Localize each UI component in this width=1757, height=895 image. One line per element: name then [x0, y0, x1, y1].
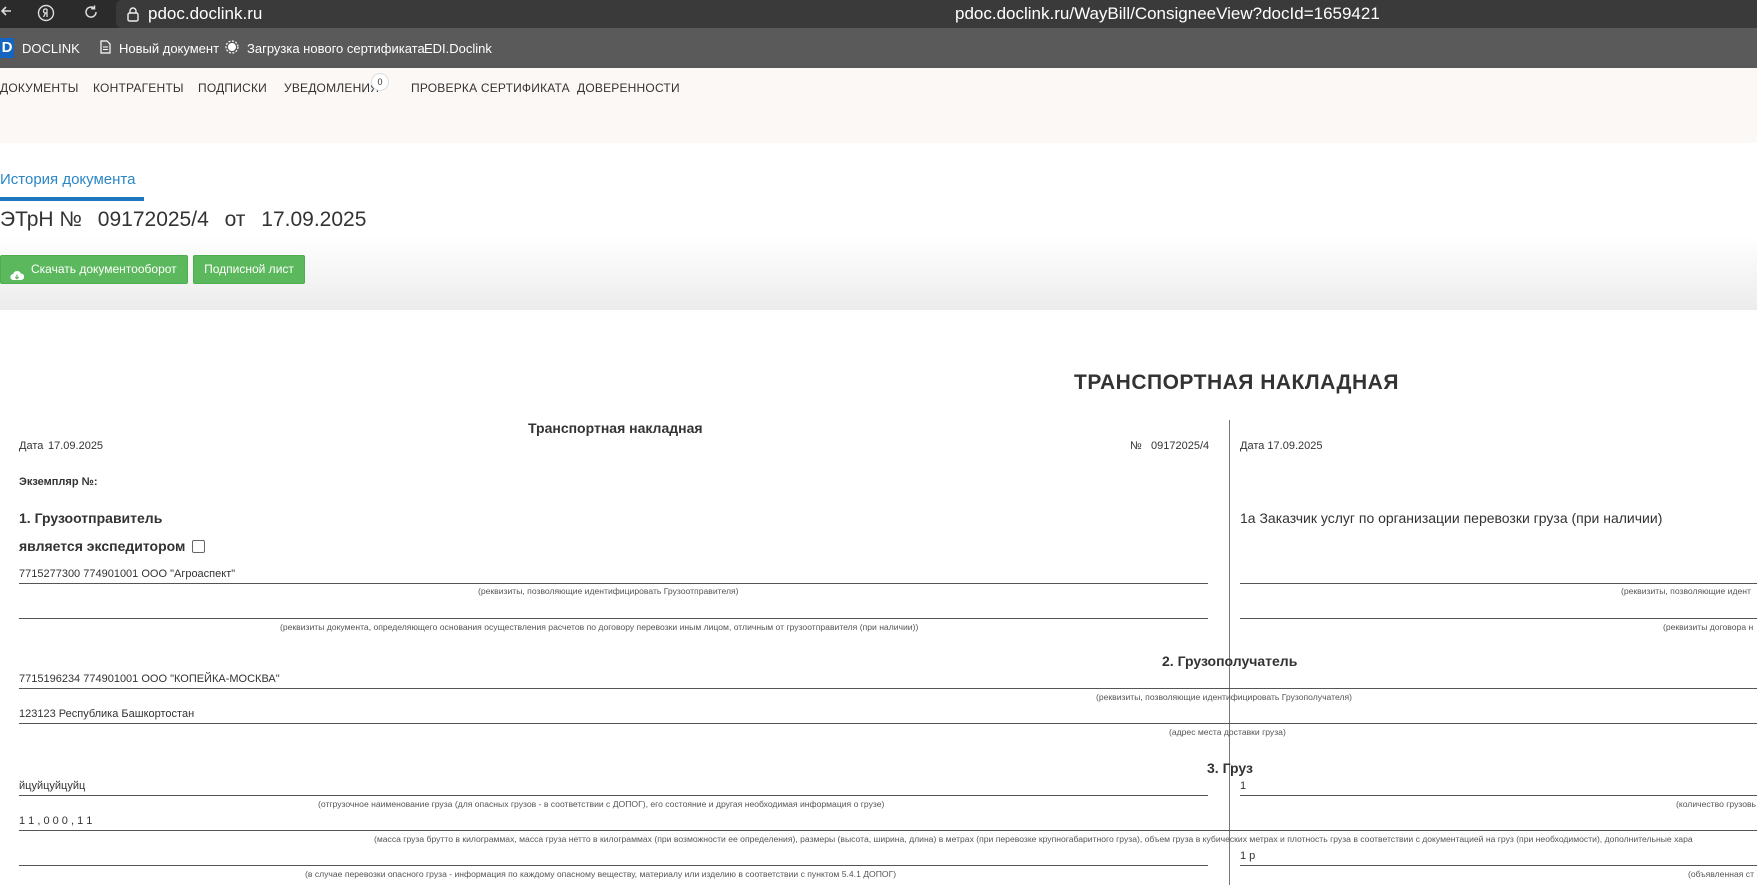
- title-number: 09172025/4: [97, 208, 209, 231]
- shipper-value[interactable]: 7715277300 774901001 ООО "Агроаспект": [19, 568, 235, 580]
- cargo-name-underline: [19, 795, 1208, 796]
- upload-certificate-link[interactable]: Загрузка нового сертификата: [247, 41, 425, 56]
- doclink-logo[interactable]: D: [0, 38, 14, 58]
- declared-value[interactable]: 1 р: [1240, 850, 1255, 862]
- dangerous-cargo-underline: [19, 865, 1208, 866]
- title-prefix: ЭТрН №: [0, 208, 82, 231]
- title-date: 17.09.2025: [261, 208, 367, 231]
- copy-number-label: Экземпляр №:: [19, 476, 98, 488]
- url-domain[interactable]: pdoc.doclink.ru: [148, 4, 262, 24]
- contract-hint: (реквизиты договора н: [1663, 622, 1754, 632]
- number-label: №: [1130, 440, 1142, 452]
- certificate-icon: [225, 40, 239, 54]
- consignee-value[interactable]: 7715196234 774901001 ООО "КОПЕЙКА-МОСКВА…: [19, 673, 280, 685]
- reload-icon[interactable]: [81, 4, 101, 24]
- title-from: от: [224, 208, 246, 231]
- cargo-name-value[interactable]: йцуйцуйцуйц: [19, 780, 85, 792]
- signature-sheet-button[interactable]: Подписной лист: [193, 255, 305, 284]
- browser-bar: pdoc.doclink.ru pdoc.doclink.ru/WayBill/…: [0, 0, 1757, 28]
- cloud-download-icon: [10, 264, 25, 281]
- address-hint: (адрес места доставки груза): [1169, 727, 1286, 737]
- cargo-section-title: 3. Груз: [1207, 760, 1253, 776]
- address-underline: [19, 723, 1757, 724]
- download-workflow-button[interactable]: Скачать документооборот: [0, 255, 188, 284]
- cargo-mass-underline: [19, 830, 1757, 831]
- form-subtitle: Транспортная накладная: [528, 420, 703, 436]
- nav-subscriptions[interactable]: ПОДПИСКИ: [198, 81, 267, 95]
- right-date: Дата 17.09.2025: [1240, 440, 1323, 452]
- document-title: ЭТрН № 09172025/4 от 17.09.2025: [0, 208, 376, 232]
- lock-icon: [124, 5, 142, 23]
- nav-certificate-check[interactable]: ПРОВЕРКА СЕРТИФИКАТА: [411, 81, 570, 95]
- address-bar[interactable]: [116, 0, 1757, 28]
- tab-document-history[interactable]: История документа: [0, 171, 135, 188]
- download-button-label: Скачать документооборот: [31, 262, 177, 276]
- declared-value-underline: [1240, 865, 1757, 866]
- shipper-underline: [19, 583, 1208, 584]
- date-label: Дата: [19, 440, 44, 452]
- settlement-underline: [19, 618, 1208, 619]
- declared-value-hint: (объявленная ст: [1688, 869, 1755, 879]
- cargo-quantity-value[interactable]: 1: [1240, 780, 1246, 792]
- new-document-link[interactable]: Новый документ: [119, 41, 219, 56]
- shipper-hint: (реквизиты, позволяющие идентифицировать…: [478, 586, 739, 596]
- nav-powers-of-attorney[interactable]: ДОВЕРЕННОСТИ: [577, 81, 680, 95]
- cargo-mass-value[interactable]: 1 1 , 0 0 0 , 1 1: [19, 815, 92, 827]
- date-value: 17.09.2025: [48, 440, 104, 452]
- consignee-underline: [19, 688, 1757, 689]
- forwarder-label: является экспедитором: [19, 538, 186, 554]
- cargo-quantity-hint: (количество грузовь: [1676, 799, 1757, 809]
- yandex-icon[interactable]: [36, 4, 56, 24]
- customer-section-title: 1а Заказчик услуг по организации перевоз…: [1240, 510, 1663, 526]
- active-tab-indicator: [0, 197, 144, 201]
- number-value: 09172025/4: [1151, 440, 1210, 452]
- contract-underline: [1240, 618, 1757, 619]
- consignee-section-title: 2. Грузополучатель: [1162, 653, 1298, 669]
- cargo-mass-hint: (масса груза брутто в килограммах, масса…: [374, 834, 1693, 844]
- edi-doclink-link[interactable]: EDI.Doclink: [424, 41, 492, 56]
- forwarder-checkbox[interactable]: [192, 540, 205, 553]
- document-icon: [98, 40, 112, 54]
- nav-documents[interactable]: ДОКУМЕНТЫ: [0, 81, 79, 95]
- settlement-hint: (реквизиты документа, определяющего осно…: [280, 622, 919, 632]
- cargo-quantity-underline: [1240, 795, 1757, 796]
- url-full[interactable]: pdoc.doclink.ru/WayBill/ConsigneeView?do…: [955, 4, 1380, 24]
- dangerous-cargo-hint: (в случае перевозки опасного груза - инф…: [305, 869, 897, 879]
- notification-count-badge: 0: [371, 73, 389, 91]
- nav-counterparties[interactable]: КОНТРАГЕНТЫ: [93, 81, 184, 95]
- address-value[interactable]: 123123 Республика Башкортостан: [19, 708, 194, 720]
- consignee-hint: (реквизиты, позволяющие идентифицировать…: [1096, 692, 1353, 702]
- logo-text[interactable]: DOCLINK: [22, 41, 80, 56]
- shipper-section-title: 1. Грузоотправитель: [19, 510, 163, 526]
- form-title: ТРАНСПОРТНАЯ НАКЛАДНАЯ: [1074, 371, 1399, 394]
- back-icon[interactable]: [0, 4, 16, 24]
- customer-hint: (реквизиты, позволяющие идент: [1621, 586, 1751, 596]
- cargo-name-hint: (отгрузочное наименование груза (для опа…: [318, 799, 885, 809]
- nav-notifications[interactable]: УВЕДОМЛЕНИЯ: [284, 81, 379, 95]
- customer-underline: [1240, 583, 1757, 584]
- main-navigation: ДОКУМЕНТЫ КОНТРАГЕНТЫ ПОДПИСКИ УВЕДОМЛЕН…: [0, 68, 1757, 143]
- app-header: D DOCLINK Новый документ Загрузка нового…: [0, 28, 1757, 68]
